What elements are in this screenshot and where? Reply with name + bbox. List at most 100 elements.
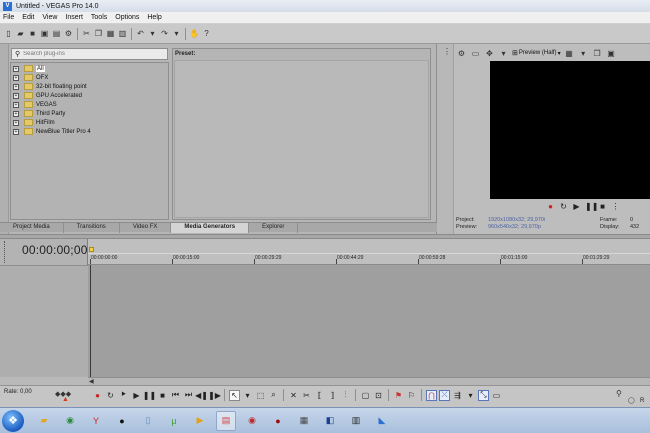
- redo-icon[interactable]: ↷: [159, 28, 170, 39]
- new-icon[interactable]: ▯: [3, 28, 14, 39]
- timeline-ruler[interactable]: 00:00:00:00 00:00:15:00 00:00:29:29 00:0…: [88, 239, 650, 265]
- tab-transitions[interactable]: Transitions: [64, 223, 120, 233]
- timeline-track-area[interactable]: [88, 265, 650, 377]
- tab-video-fx[interactable]: Video FX: [120, 223, 172, 233]
- vegas-render-icon[interactable]: ▤: [216, 410, 236, 431]
- undo-dropdown-icon[interactable]: ▾: [147, 28, 158, 39]
- stop-icon[interactable]: ■: [598, 202, 607, 211]
- auto-crossfades-icon[interactable]: ⤫: [439, 389, 450, 401]
- start-button[interactable]: ❖: [2, 409, 24, 432]
- vegas-icon[interactable]: ◣: [372, 411, 392, 431]
- files-icon[interactable]: ▯: [138, 411, 158, 431]
- pause-icon[interactable]: ❚❚: [143, 390, 156, 401]
- media-icon[interactable]: ●: [112, 411, 132, 431]
- play-icon[interactable]: ▶: [131, 390, 142, 401]
- tab-media-generators[interactable]: Media Generators: [171, 223, 250, 233]
- preview-dropdown-icon[interactable]: ▾: [498, 48, 509, 59]
- enable-snapping-icon[interactable]: ✋: [189, 28, 200, 39]
- undo-icon[interactable]: ↶: [135, 28, 146, 39]
- delete-icon[interactable]: ▥: [117, 28, 128, 39]
- tree-item-third-party[interactable]: + Third Party: [13, 109, 166, 118]
- split-screen-icon[interactable]: ✥: [484, 48, 495, 59]
- expand-icon[interactable]: +: [13, 110, 19, 117]
- next-frame-icon[interactable]: ❚▶: [208, 390, 221, 401]
- trim-start-icon[interactable]: ⟦: [314, 390, 325, 401]
- expand-icon[interactable]: +: [13, 128, 19, 135]
- render-icon[interactable]: ▤: [51, 28, 62, 39]
- player-icon[interactable]: ▶: [190, 411, 210, 431]
- tab-project-media[interactable]: Project Media: [0, 223, 64, 233]
- go-to-start-icon[interactable]: ⏮: [170, 390, 181, 401]
- expand-icon[interactable]: +: [13, 119, 19, 126]
- expand-icon[interactable]: +: [13, 83, 19, 90]
- menu-view[interactable]: View: [42, 14, 57, 21]
- menu-insert[interactable]: Insert: [65, 14, 83, 21]
- previous-frame-icon[interactable]: ◀❚: [195, 390, 208, 401]
- overlays-dropdown-icon[interactable]: ▾: [578, 48, 589, 59]
- timeline-cursor[interactable]: [90, 265, 91, 377]
- play-from-start-icon[interactable]: ⯈: [118, 390, 129, 401]
- whats-this-icon[interactable]: ?: [201, 28, 212, 39]
- lock-envelopes-icon[interactable]: ▢: [360, 390, 371, 401]
- expand-icon[interactable]: +: [13, 65, 19, 72]
- insert-marker-icon[interactable]: ⚑: [393, 390, 404, 401]
- tree-item-newblue[interactable]: + NewBlue Titler Pro 4: [13, 127, 166, 136]
- properties-icon[interactable]: ⚙: [63, 28, 74, 39]
- copy-snapshot-icon[interactable]: ❐: [592, 48, 603, 59]
- record-icon[interactable]: ●: [546, 202, 555, 211]
- save-as-icon[interactable]: ▣: [39, 28, 50, 39]
- preview-quality-select[interactable]: ⊞ Preview (Half) ▾: [512, 49, 561, 57]
- timeline-scrollbar[interactable]: ◀: [88, 377, 650, 385]
- tree-item-32bit[interactable]: + 32-bit floating point: [13, 82, 166, 91]
- explorer-icon[interactable]: ▰: [34, 411, 54, 431]
- play-icon[interactable]: ▶: [572, 202, 581, 211]
- tree-item-ofx[interactable]: + OFX: [13, 73, 166, 82]
- loop-playback-icon[interactable]: ↻: [105, 390, 116, 401]
- menu-tools[interactable]: Tools: [91, 14, 107, 21]
- ignore-grouping-icon[interactable]: ⊡: [373, 390, 384, 401]
- menu-edit[interactable]: Edit: [22, 14, 34, 21]
- video-preview-screen[interactable]: [490, 61, 650, 199]
- overlays-icon[interactable]: ▦: [564, 48, 575, 59]
- cut-icon[interactable]: ✂: [81, 28, 92, 39]
- save-snapshot-icon[interactable]: ▣: [606, 48, 617, 59]
- scroll-left-icon[interactable]: ◀: [89, 378, 94, 385]
- open-icon[interactable]: ▰: [15, 28, 26, 39]
- stop-icon[interactable]: ■: [157, 390, 168, 401]
- tree-item-hitfilm[interactable]: + HitFilm: [13, 118, 166, 127]
- preset-list[interactable]: [174, 60, 429, 218]
- event-fx-icon[interactable]: ▭: [491, 390, 502, 401]
- selection-tool-icon[interactable]: ⬚: [255, 390, 266, 401]
- delete-icon[interactable]: ✕: [288, 390, 299, 401]
- go-to-end-icon[interactable]: ⏭: [183, 390, 194, 401]
- marker-bar[interactable]: [88, 253, 650, 254]
- split-icon[interactable]: ⫶: [340, 390, 351, 401]
- app-icon[interactable]: ◉: [242, 411, 262, 431]
- insert-region-icon[interactable]: ⚐: [406, 390, 417, 401]
- paste-icon[interactable]: ▦: [105, 28, 116, 39]
- edit-tool-dropdown-icon[interactable]: ▾: [242, 390, 253, 401]
- plugin-search[interactable]: ⚲: [11, 48, 168, 60]
- normal-edit-tool-icon[interactable]: ↖: [229, 389, 240, 401]
- external-monitor-icon[interactable]: ▭: [470, 48, 481, 59]
- record-icon[interactable]: ●: [268, 411, 288, 431]
- tree-item-vegas[interactable]: + VEGAS: [13, 100, 166, 109]
- tab-explorer[interactable]: Explorer: [249, 223, 299, 233]
- auto-ripple-icon[interactable]: ⇶: [452, 390, 463, 401]
- timecode-display[interactable]: 00:00:00;00: [22, 243, 88, 257]
- tree-item-all[interactable]: + All: [13, 64, 166, 73]
- grip-icon[interactable]: [4, 241, 6, 263]
- trim-end-icon[interactable]: ⟧: [327, 390, 338, 401]
- more-icon[interactable]: ⋮: [611, 202, 620, 211]
- utorrent-icon[interactable]: μ: [164, 411, 184, 431]
- menu-options[interactable]: Options: [115, 14, 139, 21]
- search-input[interactable]: [23, 51, 164, 57]
- expand-icon[interactable]: +: [13, 74, 19, 81]
- word-icon[interactable]: ▥: [346, 411, 366, 431]
- yandex-icon[interactable]: Y: [86, 411, 106, 431]
- marker-pin-icon[interactable]: ⚲: [616, 389, 622, 398]
- pause-icon[interactable]: ❚❚: [585, 202, 598, 211]
- copy-icon[interactable]: ❐: [93, 28, 104, 39]
- trim-icon[interactable]: ✂: [301, 390, 312, 401]
- photoshop-icon[interactable]: ◧: [320, 411, 340, 431]
